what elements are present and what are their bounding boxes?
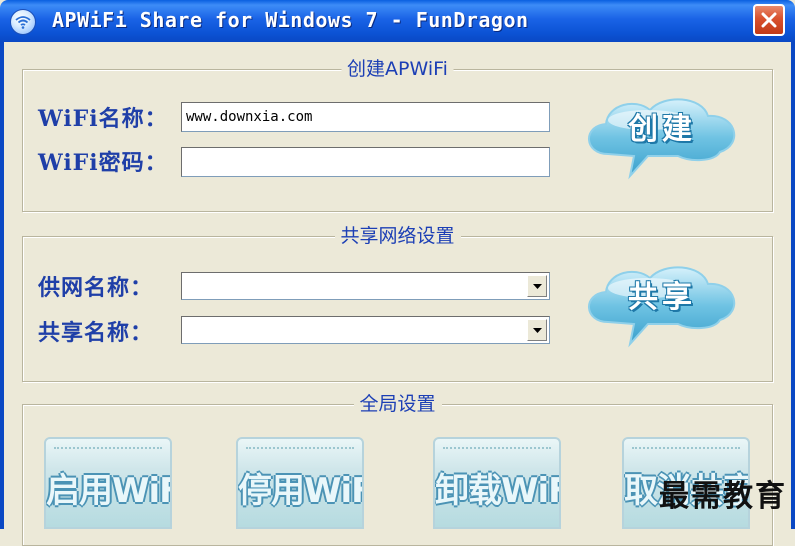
share-button[interactable]: 共享	[578, 258, 746, 352]
window-title: APWiFi Share for Windows 7 - FunDragon	[52, 8, 529, 32]
enable-wifi-button[interactable]: 启用WiFi	[44, 437, 172, 529]
window-frame-left	[0, 42, 4, 529]
create-group-title: 创建APWiFi	[341, 57, 454, 81]
global-group-title: 全局设置	[353, 392, 442, 416]
chevron-down-icon	[533, 328, 542, 333]
share-group-title: 共享网络设置	[334, 224, 461, 248]
window-frame-right	[791, 42, 795, 529]
source-dropdown-button[interactable]	[527, 275, 547, 297]
watermark-text: 最需教育	[659, 479, 787, 514]
share-dropdown-button[interactable]	[527, 319, 547, 341]
disable-wifi-label: 停用WiFi	[238, 471, 362, 511]
share-name-select[interactable]	[181, 316, 550, 344]
ssid-input[interactable]	[181, 102, 550, 132]
source-network-select[interactable]	[181, 272, 550, 300]
create-button-label: 创建	[628, 112, 696, 147]
disable-wifi-button[interactable]: 停用WiFi	[236, 437, 364, 529]
enable-wifi-label: 启用WiFi	[46, 471, 170, 511]
chevron-down-icon	[533, 284, 542, 289]
ssid-label: WiFi名称：	[38, 106, 168, 132]
uninstall-wifi-button[interactable]: 卸载WiFi	[433, 437, 561, 529]
wifi-app-icon	[10, 9, 36, 35]
title-bar[interactable]: APWiFi Share for Windows 7 - FunDragon	[0, 0, 795, 42]
share-name-label: 共享名称：	[38, 320, 154, 346]
source-network-label: 供网名称：	[38, 275, 154, 301]
share-button-label: 共享	[628, 280, 696, 315]
password-input[interactable]	[181, 147, 550, 177]
password-label: WiFi密码：	[38, 150, 168, 176]
close-icon	[761, 12, 777, 28]
create-button[interactable]: 创建	[578, 90, 746, 184]
uninstall-wifi-label: 卸载WiFi	[435, 471, 559, 511]
close-button[interactable]	[753, 4, 785, 36]
